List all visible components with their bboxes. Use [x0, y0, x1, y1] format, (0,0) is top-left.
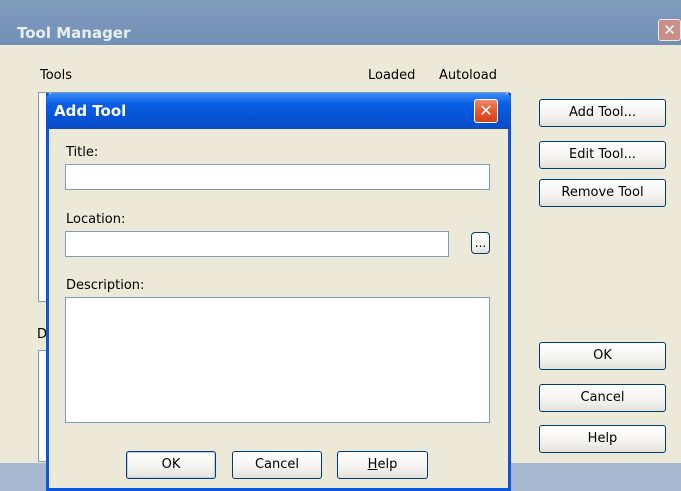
edit-tool-button[interactable]: Edit Tool...	[539, 141, 666, 169]
browse-location-button[interactable]: ...	[471, 232, 490, 254]
tool-manager-cancel-button[interactable]: Cancel	[539, 384, 666, 412]
autoload-column-header: Autoload	[439, 68, 497, 83]
add-tool-help-button[interactable]: Help	[337, 451, 428, 479]
add-tool-title: Add Tool	[54, 102, 127, 120]
tool-manager-close-button[interactable]: ✕	[658, 19, 681, 41]
close-icon: ✕	[663, 21, 676, 39]
description-input[interactable]	[65, 297, 490, 423]
add-tool-ok-button[interactable]: OK	[126, 451, 216, 479]
tools-column-header: Tools	[40, 68, 73, 83]
loaded-column-header: Loaded	[368, 68, 416, 83]
description-label: Description:	[66, 278, 145, 293]
add-tool-cancel-button[interactable]: Cancel	[232, 451, 322, 479]
add-tool-button[interactable]: Add Tool...	[539, 99, 666, 127]
tool-manager-title: Tool Manager	[17, 24, 131, 42]
location-label: Location:	[66, 212, 126, 227]
help-mnemonic: H	[367, 457, 378, 472]
title-input[interactable]	[65, 164, 490, 190]
location-input[interactable]	[65, 231, 449, 257]
tool-manager-help-button[interactable]: Help	[539, 425, 666, 453]
remove-tool-button[interactable]: Remove Tool	[539, 179, 666, 207]
help-label-rest: elp	[377, 457, 398, 472]
add-tool-close-button[interactable]: ✕	[474, 99, 498, 123]
title-label: Title:	[66, 145, 99, 160]
close-icon: ✕	[479, 101, 493, 120]
tool-manager-ok-button[interactable]: OK	[539, 342, 666, 370]
